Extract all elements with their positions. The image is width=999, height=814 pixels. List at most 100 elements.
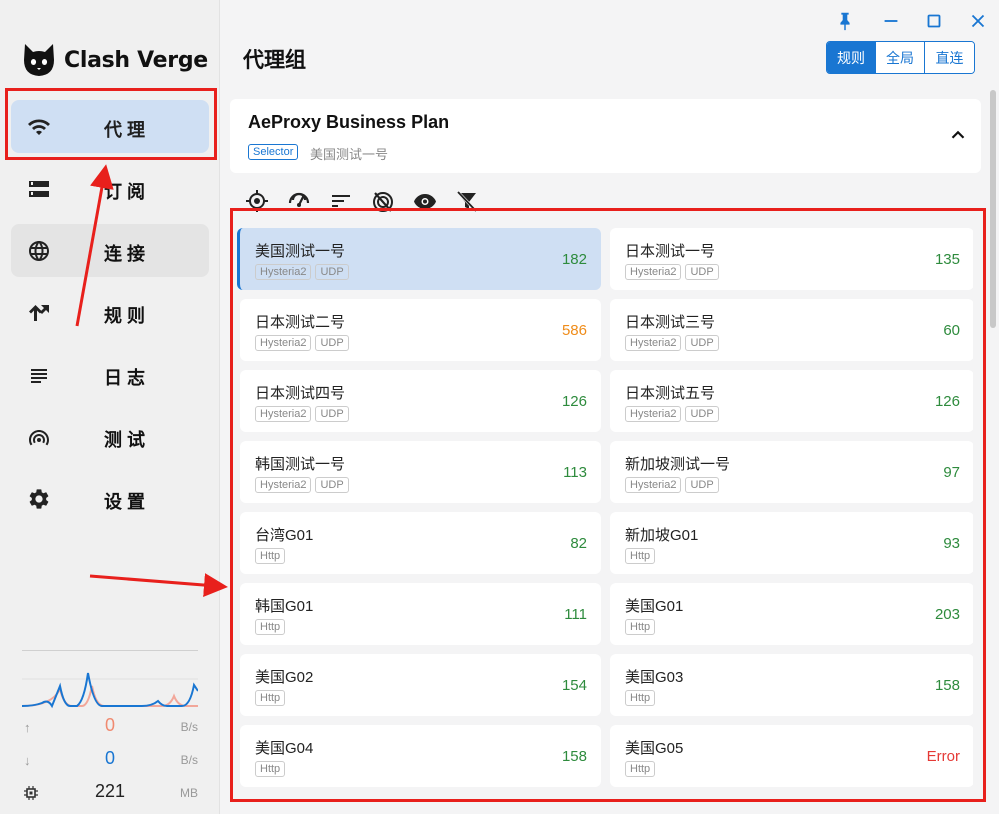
- proxy-name: 美国G03: [625, 669, 684, 686]
- proxy-tag: Hysteria2: [625, 264, 682, 280]
- proxy-name: 美国测试一号: [255, 243, 346, 260]
- sidebar-item-proxy[interactable]: 代理: [11, 100, 209, 153]
- app-name: Clash Verge: [64, 47, 208, 73]
- proxy-delay[interactable]: 93: [943, 535, 960, 552]
- proxy-card[interactable]: 日本测试三号 Hysteria2 UDP 60: [610, 299, 973, 361]
- proxy-card[interactable]: 日本测试一号 Hysteria2 UDP 135: [610, 228, 973, 290]
- proxy-name: 日本测试二号: [255, 314, 346, 331]
- proxy-delay[interactable]: 135: [935, 251, 960, 268]
- proxy-card[interactable]: 美国G02 Http 154: [240, 654, 601, 716]
- memory-value: 221: [94, 781, 126, 801]
- mode-rule-button[interactable]: 规则: [827, 42, 876, 73]
- proxy-delay[interactable]: 182: [562, 251, 587, 268]
- proxy-delay[interactable]: Error: [927, 748, 960, 765]
- proxy-tag: Http: [625, 548, 656, 564]
- proxy-delay[interactable]: 158: [935, 677, 960, 694]
- mode-direct-button[interactable]: 直连: [925, 42, 974, 73]
- memory-usage: 221 MB: [22, 781, 198, 805]
- sidebar-item-connections[interactable]: 连接: [11, 224, 209, 277]
- proxy-delay[interactable]: 113: [563, 464, 587, 481]
- sidebar-item-subscription[interactable]: 订阅: [11, 162, 209, 215]
- group-type-badge: Selector: [248, 144, 299, 160]
- proxy-name: 美国G05: [625, 740, 684, 757]
- proxy-name: 美国G01: [625, 598, 684, 615]
- proxy-name: 美国G02: [255, 669, 314, 686]
- proxy-card[interactable]: 日本测试五号 Hysteria2 UDP 126: [610, 370, 973, 432]
- wifi-icon: [27, 115, 51, 139]
- memory-chip-icon: [24, 786, 38, 803]
- proxy-tags: Hysteria2 UDP: [255, 335, 353, 351]
- sidebar-item-settings[interactable]: 设置: [11, 472, 209, 525]
- proxy-tag: Http: [255, 761, 286, 777]
- traffic-graph: [21, 650, 199, 709]
- chevron-up-icon[interactable]: [947, 124, 969, 146]
- filter-off-icon[interactable]: [455, 189, 479, 213]
- proxy-card[interactable]: 美国G04 Http 158: [240, 725, 601, 787]
- proxy-tags: Http: [625, 619, 659, 635]
- arrow-down-icon: ↓: [24, 753, 31, 768]
- proxy-card[interactable]: 日本测试二号 Hysteria2 UDP 586: [240, 299, 601, 361]
- proxy-card[interactable]: 台湾G01 Http 82: [240, 512, 601, 574]
- proxy-tag: Hysteria2: [255, 264, 312, 280]
- upload-value: 0: [104, 715, 115, 735]
- proxy-card[interactable]: 美国G01 Http 203: [610, 583, 973, 645]
- proxy-delay[interactable]: 203: [935, 606, 960, 623]
- proxy-delay[interactable]: 60: [943, 322, 960, 339]
- sidebar-item-rules[interactable]: 规则: [11, 286, 209, 339]
- proxy-delay[interactable]: 158: [562, 748, 587, 765]
- download-value: 0: [104, 748, 115, 768]
- group-current-proxy: 美国测试一号: [310, 147, 389, 162]
- proxy-tag: Hysteria2: [625, 477, 682, 493]
- proxy-delay[interactable]: 126: [562, 393, 587, 410]
- scrollbar[interactable]: [990, 90, 996, 328]
- proxy-name: 新加坡G01: [625, 527, 699, 544]
- pin-icon[interactable]: [834, 10, 856, 32]
- group-name: AeProxy Business Plan: [248, 112, 450, 132]
- proxy-tag: Http: [625, 761, 656, 777]
- proxy-card[interactable]: 美国G05 Http Error: [610, 725, 973, 787]
- proxy-card[interactable]: 韩国G01 Http 111: [240, 583, 601, 645]
- mode-global-button[interactable]: 全局: [876, 42, 925, 73]
- speed-test-icon[interactable]: [287, 189, 311, 213]
- wifi-off-icon[interactable]: [371, 189, 395, 213]
- proxy-tag: Http: [625, 690, 656, 706]
- proxy-name: 日本测试五号: [625, 385, 716, 402]
- gear-icon: [27, 487, 51, 511]
- close-icon[interactable]: [967, 10, 989, 32]
- proxy-card[interactable]: 韩国测试一号 Hysteria2 UDP 113: [240, 441, 601, 503]
- eye-icon[interactable]: [413, 189, 437, 213]
- proxy-tag: UDP: [685, 406, 719, 422]
- download-unit: B/s: [180, 753, 198, 767]
- sort-icon[interactable]: [329, 189, 353, 213]
- proxy-group-header[interactable]: AeProxy Business Plan Selector 美国测试一号: [230, 99, 981, 173]
- sidebar-item-logs[interactable]: 日志: [11, 348, 209, 401]
- minimize-icon[interactable]: [880, 10, 902, 32]
- list-icon: [27, 363, 51, 387]
- proxy-card[interactable]: 新加坡G01 Http 93: [610, 512, 973, 574]
- memory-unit: MB: [180, 786, 198, 800]
- app-logo: Clash Verge: [22, 42, 208, 78]
- proxy-delay[interactable]: 586: [562, 322, 587, 339]
- group-toolbar: [245, 189, 497, 213]
- sidebar-item-label: 设置: [104, 492, 150, 512]
- mode-switch: 规则 全局 直连: [826, 41, 975, 74]
- proxy-tag: Http: [255, 690, 286, 706]
- proxy-card[interactable]: 新加坡测试一号 Hysteria2 UDP 97: [610, 441, 973, 503]
- proxy-tags: Http: [255, 690, 289, 706]
- page-title: 代理组: [243, 49, 306, 72]
- cat-logo-icon: [24, 44, 54, 76]
- proxy-delay[interactable]: 97: [943, 464, 960, 481]
- proxy-delay[interactable]: 82: [570, 535, 587, 552]
- sidebar-item-label: 日志: [104, 368, 150, 388]
- proxy-name: 日本测试三号: [625, 314, 716, 331]
- proxy-card[interactable]: 美国测试一号 Hysteria2 UDP 182: [237, 228, 601, 290]
- proxy-delay[interactable]: 111: [564, 606, 587, 623]
- locate-icon[interactable]: [245, 189, 269, 213]
- maximize-icon[interactable]: [923, 10, 945, 32]
- proxy-tag: UDP: [315, 335, 349, 351]
- proxy-delay[interactable]: 126: [935, 393, 960, 410]
- proxy-card[interactable]: 日本测试四号 Hysteria2 UDP 126: [240, 370, 601, 432]
- sidebar-item-test[interactable]: 测试: [11, 410, 209, 463]
- proxy-card[interactable]: 美国G03 Http 158: [610, 654, 973, 716]
- proxy-delay[interactable]: 154: [562, 677, 587, 694]
